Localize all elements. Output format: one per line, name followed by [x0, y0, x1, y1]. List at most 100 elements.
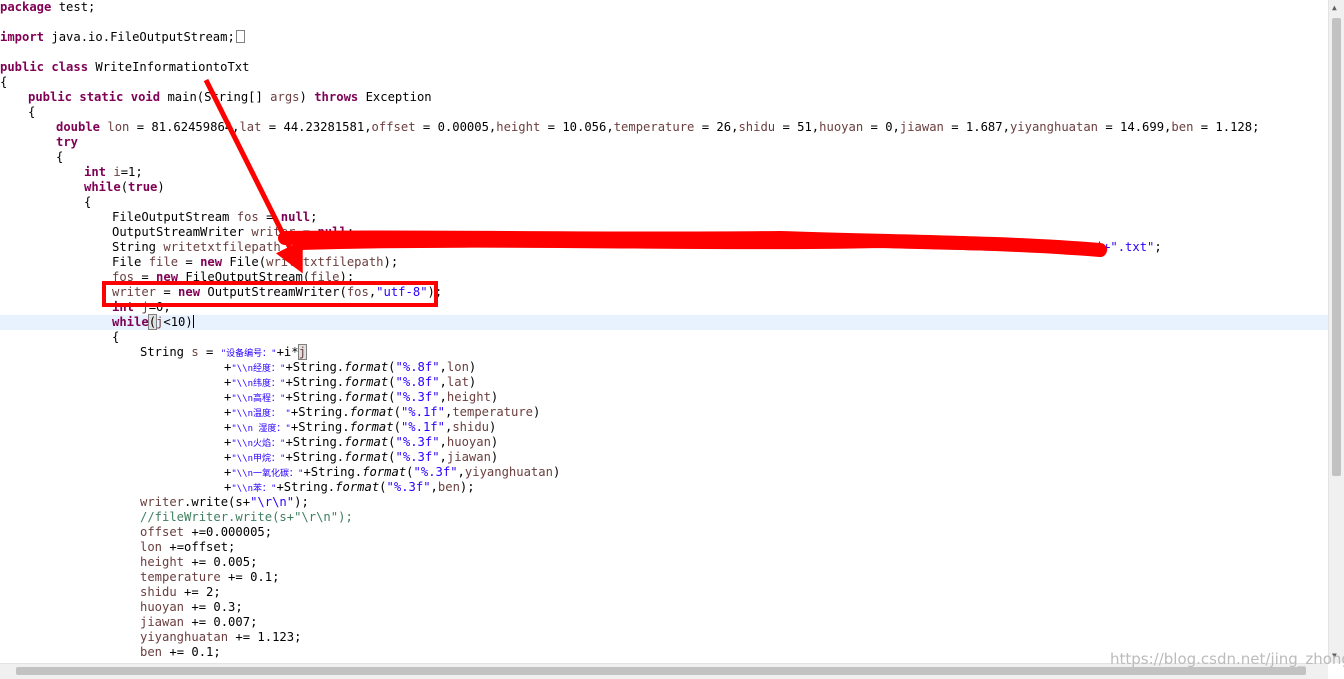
code-line-double-decl: double lon = 81.62459864,lat = 44.232815… [56, 120, 1259, 135]
paren: ); [459, 480, 475, 494]
increment-line: jiawan += 0.007; [140, 615, 257, 630]
method: format [349, 405, 394, 419]
variable: writer [251, 225, 296, 239]
keyword: public [0, 60, 45, 74]
string: "\\n经度：" [231, 364, 286, 374]
folded-imports-icon[interactable] [235, 30, 245, 43]
keyword: int [84, 165, 107, 179]
variable: file [148, 255, 179, 269]
init: = 0.00005, [415, 120, 497, 134]
paren: ) [468, 360, 477, 374]
string: "%.3f" [386, 480, 431, 494]
variable: offset [140, 525, 185, 539]
init: = 51, [775, 120, 820, 134]
variable: huoyan [446, 435, 491, 449]
code-line-comment: //fileWriter.write(s+"\r\n"); [140, 510, 353, 525]
variable: j [141, 300, 149, 314]
init: = 81.62459864, [129, 120, 240, 134]
string: "\\n苯：" [231, 484, 277, 494]
keyword: new [156, 270, 179, 284]
paren: ( [120, 180, 129, 194]
paren: ) [489, 420, 497, 434]
init: = 0, [863, 120, 900, 134]
code-editor[interactable]: package test; import java.io.FileOutputS… [0, 0, 1328, 663]
variable: ben [140, 645, 163, 659]
keyword: null [280, 210, 311, 224]
variable: ben [1171, 120, 1194, 134]
paren: ( [379, 480, 387, 494]
init: =1; [120, 165, 143, 179]
cond: <10) [163, 315, 193, 329]
code-line-import: import java.io.FileOutputStream; [0, 30, 245, 45]
call: +String. [303, 465, 363, 479]
horizontal-scroll-thumb[interactable] [16, 667, 1306, 675]
variable: lat [446, 375, 469, 389]
variable: yiyanghuatan [464, 465, 553, 479]
semi: ; [310, 210, 318, 224]
vertical-scroll-thumb[interactable] [1332, 18, 1341, 476]
method: format [335, 480, 380, 494]
variable: writetxtfilepath [266, 255, 384, 269]
code-line-int-i: int i=1; [84, 165, 143, 180]
code-line-brace: { [84, 195, 91, 210]
string: "%.3f" [395, 435, 440, 449]
scroll-up-icon[interactable]: ▲ [1332, 3, 1337, 13]
keyword: void [130, 90, 161, 104]
op: += 0.1; [162, 645, 221, 659]
init: = 10.056, [540, 120, 614, 134]
code-line-path-tail: result"+i+".txt"; [1037, 240, 1162, 255]
paren: ( [388, 390, 396, 404]
op: = [258, 210, 281, 224]
code-line-package: package test; [0, 0, 95, 15]
keyword: true [128, 180, 158, 194]
string: "\\n高程：" [231, 394, 286, 404]
string: "\\n甲烷：" [231, 454, 286, 464]
variable: height [446, 390, 491, 404]
call: +String. [290, 420, 350, 434]
bracket-match: ( [147, 314, 158, 330]
variable: i [113, 165, 121, 179]
op: += 0.3; [184, 600, 243, 614]
code-line-while-true: while(true) [84, 180, 165, 195]
op: += 1.123; [228, 630, 302, 644]
code-line-writer-assign: writer = new OutputStreamWriter(fos,"utf… [112, 285, 442, 300]
format-line: +"\\n高程："+String.format("%.3f",height) [224, 390, 498, 405]
string: "%.3f" [413, 465, 458, 479]
code-line-brace: { [0, 75, 7, 90]
increment-line: huoyan += 0.3; [140, 600, 243, 615]
variable: writer [140, 495, 185, 509]
paren: ) [490, 390, 499, 404]
keyword: import [0, 30, 45, 44]
increment-line: height += 0.005; [140, 555, 257, 570]
variable: jiawan [899, 120, 944, 134]
variable: j [297, 344, 307, 360]
keyword: null [317, 225, 347, 239]
string: "\\n纬度：" [231, 379, 286, 389]
init: = 44.23281581, [261, 120, 372, 134]
variable: ben [437, 480, 460, 494]
init: = 1.687, [943, 120, 1010, 134]
variable: huoyan [140, 600, 185, 614]
code-line-write: writer.write(s+"\r\n"); [140, 495, 309, 510]
vertical-scrollbar[interactable]: ▲ ▼ [1328, 0, 1344, 663]
variable: jiawan [446, 450, 491, 464]
call: ); [294, 495, 309, 509]
paren: ) [490, 450, 499, 464]
variable: yiyanghuatan [140, 630, 229, 644]
import-name: java.io.FileOutputStream; [44, 30, 235, 44]
format-line: +"\\n温度： "+String.format("%.1f",temperat… [224, 405, 540, 420]
string: "\\n火焰：" [231, 439, 286, 449]
variable: temperature [452, 405, 534, 419]
code-line-int-j: int j=0; [112, 300, 171, 315]
format-line: +"\\n 湿度："+String.format("%.1f",shidu) [224, 420, 496, 435]
string: "\\n一氧化碳：" [231, 469, 304, 479]
type: FileOutputStream [112, 210, 237, 224]
paren: ( [388, 360, 396, 374]
increment-line: temperature += 0.1; [140, 570, 279, 585]
method-sig: ) [299, 90, 315, 104]
variable: height [140, 555, 185, 569]
op: = [134, 270, 157, 284]
current-line-highlight [0, 315, 1328, 330]
comma: , [430, 480, 438, 494]
variable: lon [107, 120, 130, 134]
